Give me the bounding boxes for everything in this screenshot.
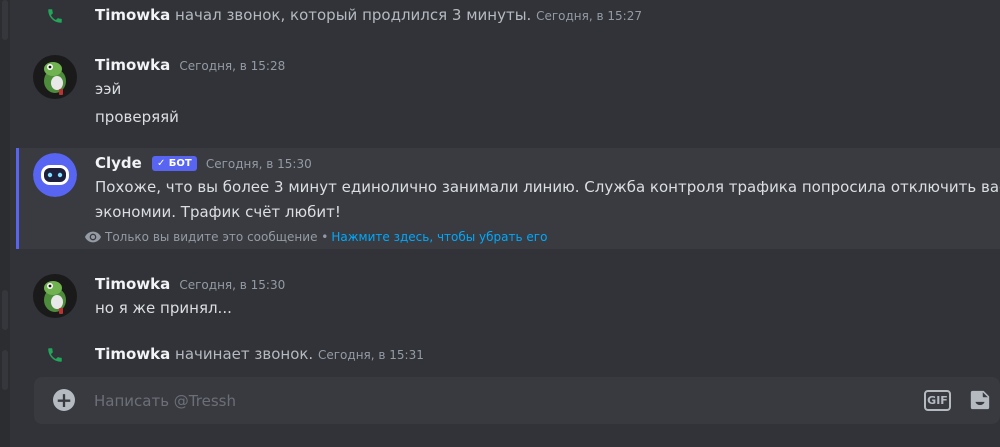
username[interactable]: Timowka	[95, 275, 170, 293]
dm-chat-window: Timowka начал звонок, который продлился …	[0, 0, 1000, 447]
message-text: ээй	[95, 80, 122, 98]
timestamp: Сегодня, в 15:27	[536, 9, 642, 23]
phone-icon	[48, 348, 62, 362]
gif-button[interactable]: GIF	[924, 390, 951, 411]
ephemeral-notice: Только вы видите это сообщение • Нажмите…	[85, 230, 547, 244]
timestamp: Сегодня, в 15:31	[317, 348, 424, 362]
timestamp: Сегодня, в 15:28	[179, 59, 286, 73]
username[interactable]: Timowka	[95, 56, 170, 74]
username[interactable]: Timowka	[95, 6, 170, 24]
message-text: экономии. Трафик счёт любит!	[95, 203, 341, 221]
system-message-call-ended: Timowka начал звонок, который продлился …	[10, 2, 1000, 30]
plus-icon[interactable]: +	[53, 389, 75, 411]
scroll-pill	[2, 290, 8, 330]
eye-icon	[85, 231, 101, 243]
message-header: Timowka Сегодня, в 15:28	[95, 55, 285, 74]
phone-icon	[48, 9, 62, 23]
dismiss-message-link[interactable]: Нажмите здесь, чтобы убрать его	[331, 230, 547, 244]
scroll-pill	[2, 0, 8, 40]
message-text: Похоже, что вы более 3 минут единолично …	[95, 178, 1000, 196]
avatar[interactable]	[33, 55, 77, 99]
message-text: проверяяй	[95, 108, 179, 126]
ephemeral-note: Только вы видите это сообщение •	[105, 230, 329, 244]
username[interactable]: Clyde	[95, 154, 142, 172]
system-message-text: Timowka начинает звонок. Сегодня, в 15:3…	[95, 345, 424, 363]
message-header: Timowka Сегодня, в 15:30	[95, 274, 285, 293]
bot-badge: ✓ БОТ	[151, 156, 197, 171]
call-started-text: начинает звонок.	[175, 345, 314, 363]
sticker-icon[interactable]	[969, 389, 991, 411]
system-message-call-started: Timowka начинает звонок. Сегодня, в 15:3…	[10, 341, 1000, 369]
timestamp: Сегодня, в 15:30	[205, 157, 312, 171]
message-header: Clyde ✓ БОТ Сегодня, в 15:30	[95, 153, 312, 172]
message-composer: + GIF	[34, 377, 1000, 424]
message-input[interactable]	[94, 387, 894, 414]
timestamp: Сегодня, в 15:30	[179, 278, 286, 292]
call-ended-text: начал звонок, который продлился 3 минуты…	[175, 6, 532, 24]
left-sidebar-edge	[0, 0, 10, 447]
message-text: но я же принял...	[95, 299, 232, 317]
scroll-pill	[2, 350, 8, 390]
avatar[interactable]	[33, 153, 77, 197]
system-message-text: Timowka начал звонок, который продлился …	[95, 6, 642, 24]
username[interactable]: Timowka	[95, 345, 170, 363]
avatar[interactable]	[33, 274, 77, 318]
